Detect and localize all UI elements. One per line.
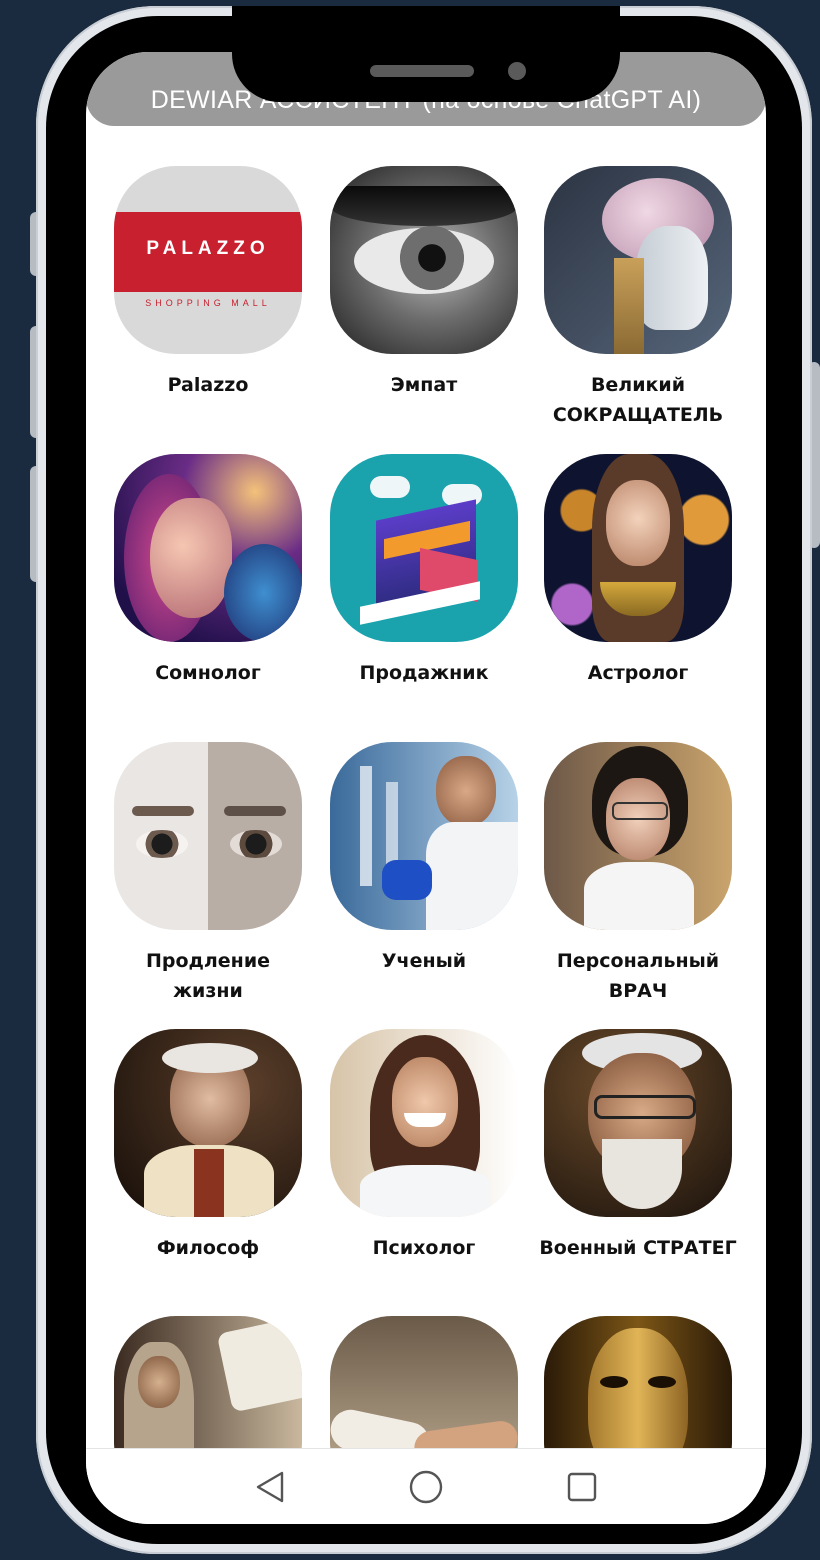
assistant-label-dreaming-woman[interactable]: Сомнолог xyxy=(98,658,318,688)
assistant-tile-scientist-lab[interactable] xyxy=(330,742,518,930)
assistant-tile-doctor-woman[interactable] xyxy=(544,742,732,930)
robot-head-brain-image xyxy=(544,166,732,354)
back-button[interactable] xyxy=(252,1467,292,1507)
isometric-store-image xyxy=(330,454,518,642)
back-triangle-icon xyxy=(256,1471,284,1503)
helping-hands-image xyxy=(330,1316,518,1448)
preacher-book-image xyxy=(114,1316,302,1448)
assistant-tile-preacher-book[interactable] xyxy=(114,1316,302,1448)
assistant-label-scientist-lab[interactable]: Ученый xyxy=(314,946,534,976)
young-old-face-image xyxy=(114,742,302,930)
assistant-tile-helping-hands[interactable] xyxy=(330,1316,518,1448)
assistant-label-isometric-store[interactable]: Продажник xyxy=(314,658,534,688)
assistant-label-palazzo-logo[interactable]: Palazzo xyxy=(98,370,318,400)
assistant-label-smiling-psychologist[interactable]: Психолог xyxy=(314,1233,534,1263)
palazzo-logo-image: PALAZZO SHOPPING MALL xyxy=(114,166,302,354)
assistant-tile-old-strategist[interactable] xyxy=(544,1029,732,1217)
astrologer-woman-image xyxy=(544,454,732,642)
assistant-tile-eye-portrait[interactable] xyxy=(330,166,518,354)
recents-button[interactable] xyxy=(562,1467,602,1507)
palazzo-logo-text: PALAZZO xyxy=(146,238,270,259)
assistant-label-doctor-woman[interactable]: Персональный ВРАЧ xyxy=(538,946,738,1006)
golden-mask-image xyxy=(544,1316,732,1448)
assistant-tile-old-philosopher[interactable] xyxy=(114,1029,302,1217)
assistant-grid: PALAZZO SHOPPING MALL Palazzo Эмпат Велик… xyxy=(86,52,766,1448)
recents-square-icon xyxy=(567,1472,597,1502)
assistant-label-old-strategist[interactable]: Военный СТРАТЕГ xyxy=(538,1233,738,1263)
smiling-psychologist-image xyxy=(330,1029,518,1217)
home-button[interactable] xyxy=(406,1467,446,1507)
assistant-tile-isometric-store[interactable] xyxy=(330,454,518,642)
doctor-woman-image xyxy=(544,742,732,930)
speaker-grille xyxy=(370,65,474,77)
assistant-tile-smiling-psychologist[interactable] xyxy=(330,1029,518,1217)
assistant-tile-dreaming-woman[interactable] xyxy=(114,454,302,642)
assistant-tile-astrologer-woman[interactable] xyxy=(544,454,732,642)
home-circle-icon xyxy=(409,1470,443,1504)
palazzo-logo-subtext: SHOPPING MALL xyxy=(145,298,271,308)
assistant-tile-robot-head-brain[interactable] xyxy=(544,166,732,354)
scientist-lab-image xyxy=(330,742,518,930)
assistant-label-robot-head-brain[interactable]: Великий СОКРАЩАТЕЛЬ xyxy=(538,370,738,430)
old-philosopher-image xyxy=(114,1029,302,1217)
assistant-tile-golden-mask[interactable] xyxy=(544,1316,732,1448)
android-nav-bar xyxy=(86,1448,766,1524)
assistant-tile-palazzo-logo[interactable]: PALAZZO SHOPPING MALL xyxy=(114,166,302,354)
phone-screen: PALAZZO SHOPPING MALL Palazzo Эмпат Велик… xyxy=(86,52,766,1524)
assistant-label-young-old-face[interactable]: Продление жизни xyxy=(108,946,308,1006)
dreaming-woman-image xyxy=(114,454,302,642)
assistant-tile-young-old-face[interactable] xyxy=(114,742,302,930)
old-strategist-image xyxy=(544,1029,732,1217)
camera-notch xyxy=(232,6,620,102)
front-camera xyxy=(508,62,526,80)
assistant-label-old-philosopher[interactable]: Философ xyxy=(98,1233,318,1263)
eye-portrait-image xyxy=(330,166,518,354)
assistant-label-eye-portrait[interactable]: Эмпат xyxy=(314,370,534,400)
assistant-label-astrologer-woman[interactable]: Астролог xyxy=(528,658,748,688)
